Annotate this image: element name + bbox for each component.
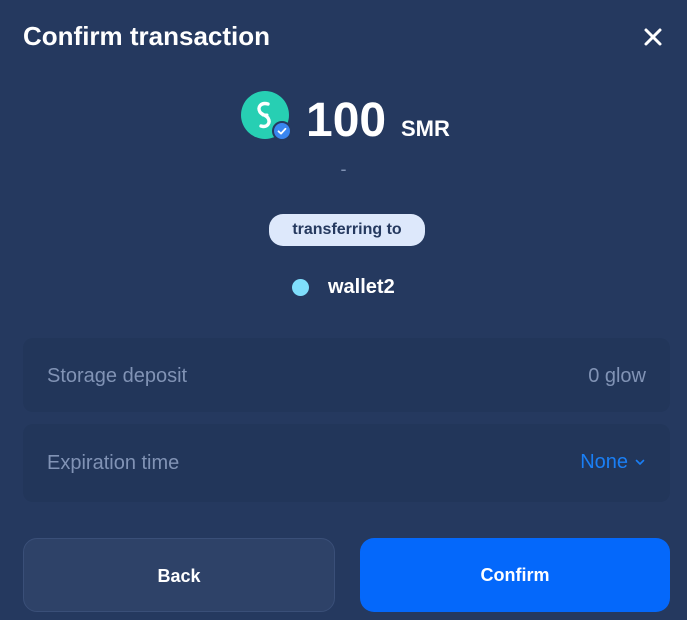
storage-deposit-label: Storage deposit bbox=[47, 365, 188, 387]
dialog-title: Confirm transaction bbox=[23, 21, 271, 51]
amount-unit: SMR bbox=[401, 116, 450, 141]
recipient: wallet2 bbox=[0, 272, 687, 302]
back-button[interactable]: Back bbox=[23, 538, 335, 612]
storage-deposit-value: 0 glow bbox=[588, 365, 646, 387]
expiration-time-row: Expiration time None bbox=[23, 424, 670, 502]
amount-value: 100 bbox=[306, 94, 387, 147]
expiration-time-dropdown[interactable]: None bbox=[580, 448, 646, 476]
chevron-down-icon bbox=[635, 459, 645, 465]
confirm-transaction-dialog: Confirm transaction 100 SMR - transferri… bbox=[0, 0, 687, 620]
recipient-avatar-dot bbox=[292, 279, 309, 296]
recipient-name: wallet2 bbox=[328, 276, 395, 298]
expiration-time-value: None bbox=[580, 451, 628, 473]
transfer-direction-badge: transferring to bbox=[269, 214, 425, 246]
fiat-value: - bbox=[340, 159, 347, 179]
close-button[interactable] bbox=[638, 22, 668, 52]
confirm-button[interactable]: Confirm bbox=[360, 538, 670, 612]
close-icon bbox=[644, 28, 662, 46]
verified-check-icon bbox=[272, 121, 292, 141]
storage-deposit-row: Storage deposit 0 glow bbox=[23, 338, 670, 412]
amount-summary: 100 SMR bbox=[0, 90, 687, 150]
expiration-time-label: Expiration time bbox=[47, 452, 180, 474]
